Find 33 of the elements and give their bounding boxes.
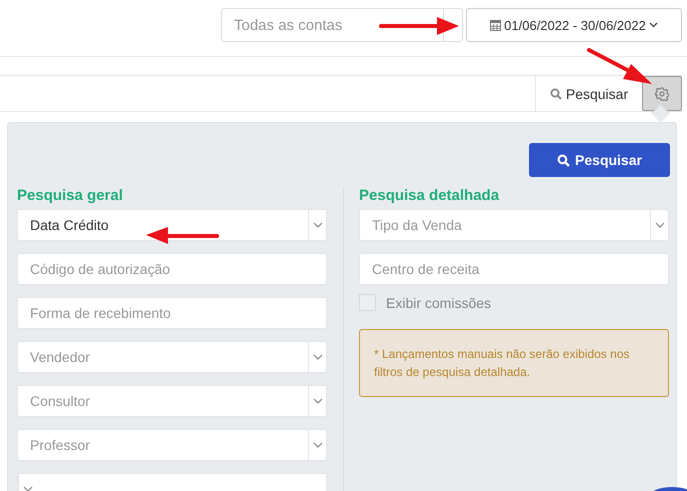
calendar-icon	[490, 19, 502, 31]
section-title: Pesquisa geral	[17, 187, 124, 204]
chevron-icon	[312, 354, 322, 360]
select-placeholder: Consultor	[29, 393, 91, 409]
text-field[interactable]: Forma de recebimento	[17, 297, 327, 329]
chevron-icon	[312, 222, 322, 228]
settings-icon	[655, 86, 669, 100]
select-placeholder: Tipo da Venda	[371, 217, 463, 233]
checkbox[interactable]	[359, 294, 376, 311]
search-button[interactable]: Pesquisar	[529, 143, 670, 177]
chevron-icon	[654, 222, 664, 228]
select-field[interactable]: Data Crédito	[17, 209, 327, 241]
chevron-icon	[648, 22, 658, 28]
select-field[interactable]: Vendedor	[17, 341, 327, 373]
select-value: Data Crédito	[29, 217, 110, 233]
chevron-icon	[312, 442, 322, 448]
text-field[interactable]: Código de autorização	[17, 253, 327, 285]
date-range-button[interactable]: 01/06/2022 - 30/06/2022	[466, 8, 682, 42]
select-field[interactable]: Tipo da Venda	[359, 209, 669, 241]
chevron-icon	[22, 486, 32, 491]
search-icon	[557, 154, 570, 166]
select-field[interactable]: Professor	[17, 429, 327, 461]
chevron-icon	[312, 398, 322, 404]
section-title: Pesquisa detalhada	[359, 187, 500, 204]
settings-button[interactable]	[642, 76, 682, 111]
select-placeholder: Vendedor	[29, 349, 91, 365]
select-placeholder: Professor	[29, 437, 91, 453]
checkbox-label: Exibir comissões	[386, 294, 492, 310]
annotation-arrow	[587, 48, 653, 85]
text-field[interactable]: Centro de receita	[359, 253, 669, 285]
warning-note: * Lançamentos manuais não serão exibidos nos filtros de pesquisa detalhada.	[359, 329, 669, 397]
select-field[interactable]: Consultor	[17, 385, 327, 417]
search-icon	[550, 88, 562, 100]
